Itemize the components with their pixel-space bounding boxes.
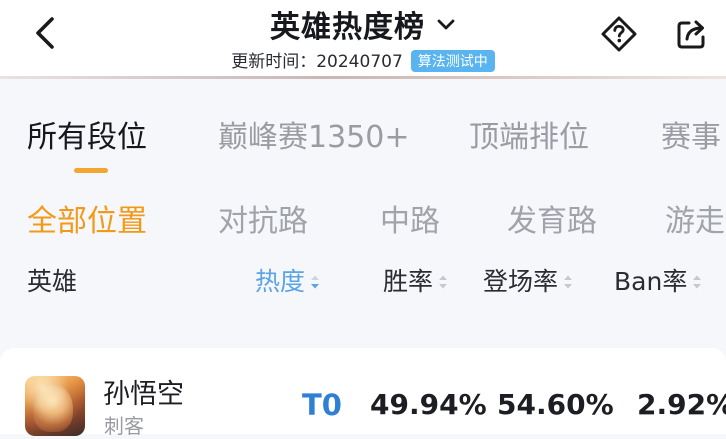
sort-icon (693, 275, 702, 289)
tier-tab-bar: 所有段位 巅峰赛1350+ 顶端排位 赛事 (0, 112, 726, 172)
hero-role: 刺客 (104, 414, 144, 438)
ban-rate-value: 2.92% (637, 388, 726, 421)
position-tab-bar: 全部位置 对抗路 中路 发育路 游走 (0, 196, 726, 240)
tab-peak-1350[interactable]: 巅峰赛1350+ (218, 112, 409, 156)
pick-rate-value: 54.60% (497, 388, 614, 421)
hero-name: 孙悟空 (103, 379, 184, 410)
page-title: 英雄热度榜 (269, 10, 425, 45)
tab-all-tiers[interactable]: 所有段位 (27, 112, 147, 156)
help-diamond-icon[interactable] (600, 15, 638, 53)
top-bar: 英雄热度榜 更新时间：20240707 算法测试中 (0, 0, 726, 79)
tab-roam[interactable]: 游走 (665, 196, 725, 240)
column-win-rate-label: 胜率 (383, 267, 434, 296)
column-win-rate[interactable]: 胜率 (383, 262, 449, 298)
sort-icon (564, 275, 573, 289)
algorithm-test-badge: 算法测试中 (410, 50, 495, 72)
active-tab-indicator (74, 168, 108, 173)
column-pick-rate-label: 登场率 (483, 267, 559, 296)
tab-farm-lane[interactable]: 发育路 (507, 196, 597, 240)
column-hero: 英雄 (27, 267, 78, 296)
hero-avatar[interactable] (25, 376, 85, 436)
tab-all-positions[interactable]: 全部位置 (27, 196, 147, 240)
column-pick-rate[interactable]: 登场率 (483, 262, 574, 298)
column-ban-rate[interactable]: Ban率 (614, 262, 703, 298)
update-time: 更新时间：20240707 (231, 52, 403, 72)
tab-mid-lane[interactable]: 中路 (380, 196, 440, 240)
column-heat-label: 热度 (255, 267, 306, 296)
chevron-down-icon[interactable] (436, 17, 456, 31)
column-heat[interactable]: 热度 (255, 262, 321, 298)
sort-desc-icon (311, 275, 320, 289)
tab-tournament[interactable]: 赛事 (661, 112, 721, 156)
tab-clash-lane[interactable]: 对抗路 (218, 196, 308, 240)
tab-top-ranked[interactable]: 顶端排位 (469, 112, 589, 156)
sort-icon (439, 275, 448, 289)
tier-badge: T0 (302, 388, 342, 422)
share-icon[interactable] (674, 16, 710, 52)
win-rate-value: 49.94% (370, 388, 487, 421)
table-row[interactable]: 孙悟空 刺客 T0 49.94% 54.60% 2.92% (0, 348, 726, 438)
table-header: 英雄 热度 胜率 登场率 Ban率 (0, 262, 726, 302)
column-ban-rate-label: Ban率 (614, 267, 688, 296)
avatar-glow (25, 376, 85, 436)
header-divider (0, 76, 726, 79)
